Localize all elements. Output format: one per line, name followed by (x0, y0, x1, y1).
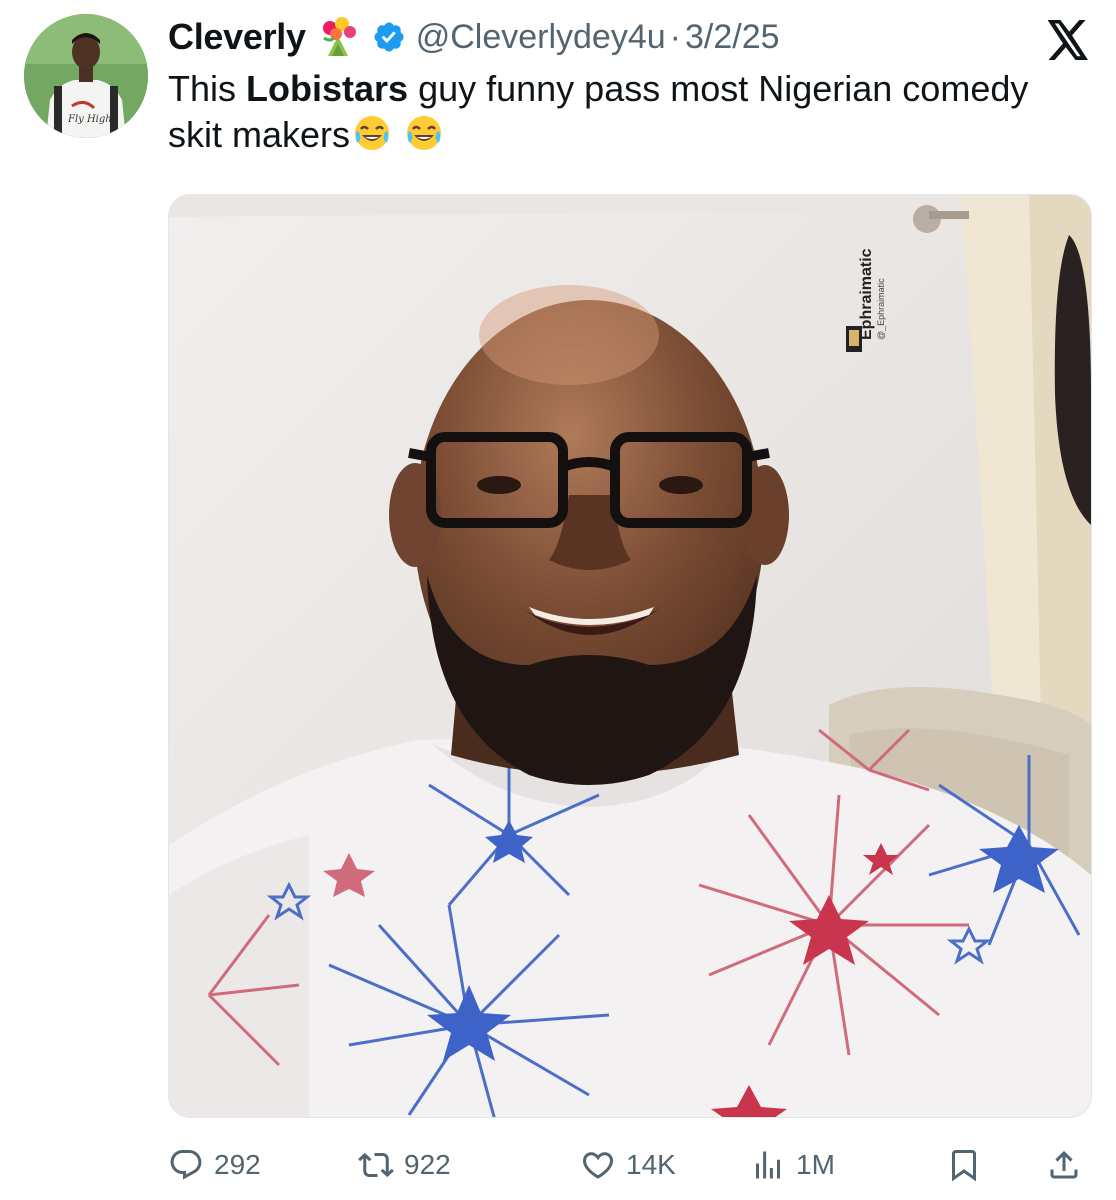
display-name[interactable]: Cleverly (168, 16, 306, 58)
bouquet-emoji (316, 16, 362, 58)
bookmark-icon (952, 1150, 976, 1182)
tweet-card: Fly High Cleverly @Cleverlydey4u · 3/2/2… (0, 0, 1116, 1200)
views-chart-icon (756, 1151, 780, 1179)
heart-icon (582, 1152, 614, 1179)
bookmark-button[interactable] (946, 1140, 982, 1190)
share-icon (1050, 1150, 1078, 1179)
tweet-date[interactable]: 3/2/25 (685, 18, 780, 57)
tweet-header: Cleverly @Cleverlydey4u · 3/2/25 (168, 12, 780, 62)
user-handle[interactable]: @Cleverlydey4u (416, 18, 666, 57)
face-with-tears-of-joy-emoji (404, 113, 444, 153)
like-count: 14K (626, 1149, 676, 1180)
retweet-button[interactable]: 922 (358, 1140, 451, 1190)
tweet-text: This Lobistars guy funny pass most Niger… (168, 66, 1068, 158)
reply-count: 292 (214, 1149, 261, 1180)
reply-icon (170, 1150, 202, 1180)
reply-button[interactable]: 292 (168, 1140, 261, 1190)
tweet-photo[interactable] (168, 194, 1092, 1118)
action-bar: 292 922 14K 1M (168, 1140, 1090, 1190)
views-button[interactable]: 1M (750, 1140, 835, 1190)
avatar[interactable]: Fly High (24, 14, 148, 138)
watermark-subtext: @_Ephraimatic (876, 278, 886, 340)
separator-dot: · (669, 17, 681, 56)
retweet-icon (358, 1152, 394, 1178)
retweet-count: 922 (404, 1149, 451, 1180)
like-button[interactable]: 14K (580, 1140, 676, 1190)
tweet-text-bold: Lobistars (246, 68, 409, 109)
face-with-tears-of-joy-emoji (352, 113, 392, 153)
share-button[interactable] (1046, 1140, 1082, 1190)
verified-badge-icon[interactable] (372, 20, 406, 54)
views-count: 1M (796, 1149, 835, 1180)
svg-text:Fly High: Fly High (67, 114, 112, 125)
watermark-text: Ephraimatic (858, 248, 875, 340)
x-logo-icon[interactable] (1046, 20, 1090, 60)
tweet-text-prefix: This (168, 68, 247, 109)
